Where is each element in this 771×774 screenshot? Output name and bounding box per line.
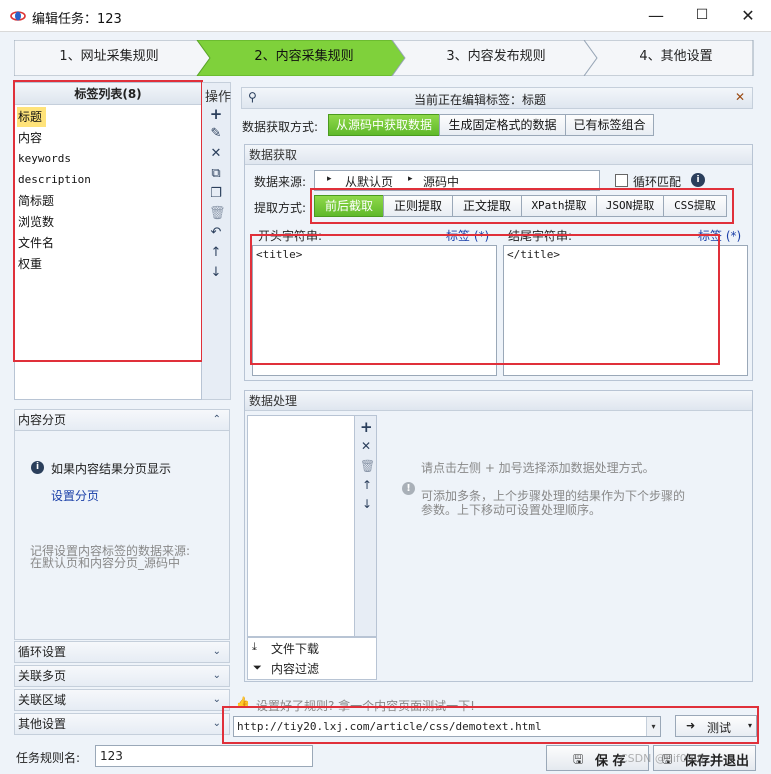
add-processing-icon[interactable]: +	[360, 418, 373, 436]
warning-icon: !	[402, 482, 415, 495]
multi-page-header[interactable]: 关联多页 ⌄	[14, 665, 230, 687]
rule-name-input[interactable]: 123	[95, 745, 313, 767]
data-fetch-title: 数据获取	[245, 145, 752, 165]
delete-icon[interactable]: ✕	[209, 146, 223, 161]
pagination-info: 如果内容结果分页显示	[51, 462, 172, 476]
edit-icon[interactable]: ✎	[209, 126, 223, 141]
window-title: 编辑任务：123	[32, 12, 122, 27]
expand-icon[interactable]: ⌄	[213, 690, 221, 710]
step-publish-rules[interactable]: 3、内容发布规则	[412, 40, 580, 76]
title-bar: 编辑任务：123 — ☐ ✕	[0, 0, 771, 32]
loop-settings-label: 循环设置	[18, 645, 67, 659]
editing-header: ⚲ 当前正在编辑标签：标题 ✕	[241, 87, 753, 109]
content-filter-tool[interactable]: 内容过滤	[271, 660, 319, 677]
move-up-icon[interactable]: ↑	[209, 245, 223, 260]
step-other-settings[interactable]: 4、其他设置	[606, 40, 746, 76]
fetch-from-source-button[interactable]: 从源码中获取数据	[328, 114, 440, 136]
editing-label: 当前正在编辑标签：标题	[414, 93, 547, 107]
filter-icon: ⏷	[253, 661, 262, 674]
other-settings-label: 其他设置	[18, 717, 67, 731]
loop-info-icon[interactable]: i	[691, 173, 705, 187]
minimize-button[interactable]: —	[633, 0, 679, 31]
step-url-rules[interactable]: 1、网址采集规则	[34, 40, 184, 76]
extract-highlight	[310, 188, 734, 224]
loop-settings-header[interactable]: 循环设置 ⌄	[14, 641, 230, 663]
source-label: 数据来源:	[254, 175, 307, 189]
close-editing-icon[interactable]: ✕	[735, 90, 745, 104]
expand-icon[interactable]: ⌄	[213, 666, 221, 686]
expand-icon[interactable]: ⌄	[213, 714, 221, 734]
other-settings-header[interactable]: 其他设置 ⌄	[14, 713, 230, 735]
region-header[interactable]: 关联区域 ⌄	[14, 689, 230, 711]
fetch-mode-label: 数据获取方式:	[242, 120, 319, 134]
chevron-right-icon: ▸	[327, 174, 332, 184]
expand-icon[interactable]: ⌄	[213, 642, 221, 662]
chevron-right-icon: ▸	[408, 174, 413, 184]
pagination-section-header[interactable]: 内容分页 ⌃	[14, 409, 230, 431]
paste-icon[interactable]: ❐	[209, 186, 223, 201]
info-icon: i	[31, 461, 44, 474]
move-down-processing-icon[interactable]: ↓	[362, 497, 372, 511]
data-processing-title: 数据处理	[245, 391, 752, 411]
test-url-highlight	[222, 706, 759, 744]
multi-page-label: 关联多页	[18, 669, 67, 683]
rule-name-label: 任务规则名:	[16, 751, 81, 765]
save-icon: 🖫	[573, 752, 584, 766]
maximize-button[interactable]: ☐	[679, 0, 725, 31]
pagination-note-2: 在默认页和内容分页_源码中	[30, 556, 181, 570]
trash-processing-icon[interactable]: 🗑	[360, 459, 375, 473]
close-button[interactable]: ✕	[725, 0, 771, 31]
delete-processing-icon[interactable]: ✕	[361, 439, 371, 453]
download-icon: ⤓	[252, 640, 257, 653]
processing-hint-3: 参数。上下移动可设置处理顺序。	[421, 503, 602, 517]
fetch-fixed-format-button[interactable]: 生成固定格式的数据	[439, 114, 566, 136]
watermark: CSDN @dif03lfl	[620, 752, 704, 765]
ops-title: 操作	[205, 90, 232, 105]
fetch-mode-group: 从源码中获取数据 生成固定格式的数据 已有标签组合	[328, 114, 654, 136]
file-download-tool[interactable]: 文件下载	[271, 640, 319, 657]
undo-icon[interactable]: ↶	[209, 225, 223, 240]
region-label: 关联区域	[18, 693, 67, 707]
step-wizard: 1、网址采集规则 2、内容采集规则 3、内容发布规则 4、其他设置	[14, 40, 754, 76]
pin-icon: ⚲	[248, 90, 257, 104]
trash-icon[interactable]: 🗑	[209, 206, 226, 221]
set-pagination-link[interactable]: 设置分页	[51, 487, 99, 504]
move-down-icon[interactable]: ↓	[209, 265, 223, 280]
pagination-title: 内容分页	[18, 413, 67, 427]
extract-label: 提取方式:	[254, 201, 307, 215]
move-up-processing-icon[interactable]: ↑	[362, 478, 372, 492]
add-icon[interactable]: +	[209, 105, 223, 123]
processing-list[interactable]	[247, 415, 355, 637]
strings-highlight	[250, 234, 720, 365]
step-content-rules[interactable]: 2、内容采集规则	[219, 40, 389, 76]
app-logo-icon	[10, 11, 26, 21]
tag-list-highlight	[13, 80, 203, 362]
processing-hint-1: 请点击左侧 + 加号选择添加数据处理方式。	[421, 461, 655, 475]
loop-match-checkbox[interactable]	[615, 174, 628, 187]
copy-icon[interactable]: ⧉	[209, 166, 223, 181]
fetch-tag-combo-button[interactable]: 已有标签组合	[565, 114, 654, 136]
collapse-up-icon[interactable]: ⌃	[213, 410, 221, 430]
